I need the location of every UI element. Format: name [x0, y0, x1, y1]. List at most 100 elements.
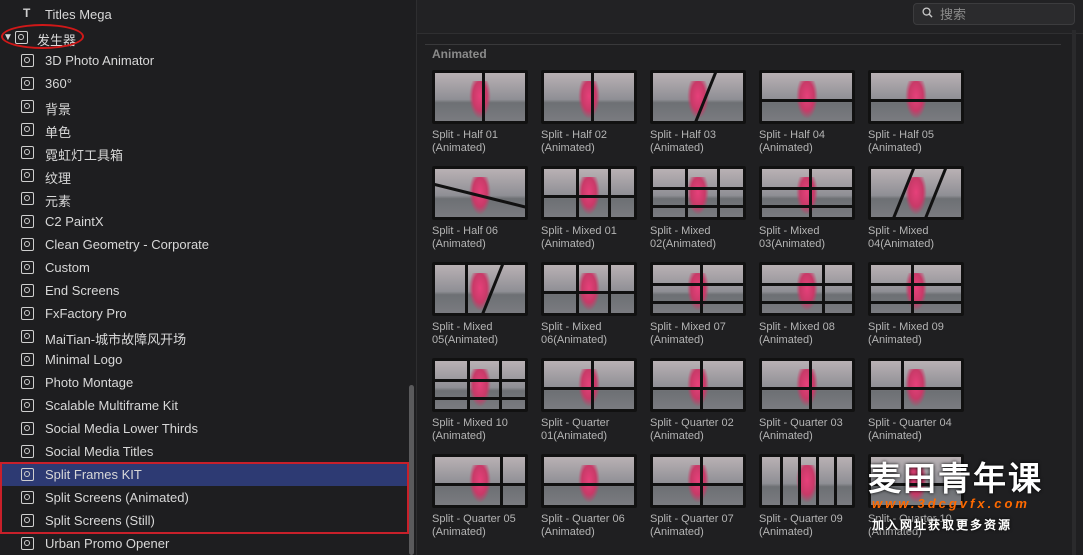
template-tile[interactable]: Split - Mixed 05(Animated)	[432, 262, 528, 352]
sidebar-item[interactable]: Scalable Multiframe Kit	[0, 394, 410, 417]
template-thumbnail	[541, 454, 637, 508]
sidebar-scrollbar[interactable]	[409, 385, 414, 555]
generator-icon	[21, 284, 34, 297]
generator-icon	[21, 54, 34, 67]
template-caption: Split - Half 01 (Animated)	[432, 129, 499, 154]
sidebar-item[interactable]: MaiTian-城市故障风开场	[0, 325, 410, 348]
template-tile[interactable]: Split - Half 02 (Animated)	[541, 70, 637, 160]
section-divider	[425, 44, 1061, 45]
template-tile[interactable]: Split - Quarter 03 (Animated)	[759, 358, 855, 448]
template-thumbnail	[541, 262, 637, 316]
sidebar-item[interactable]: End Screens	[0, 279, 410, 302]
sidebar-item-label: FxFactory Pro	[45, 306, 127, 321]
template-caption: Split - Half 05 (Animated)	[868, 129, 935, 154]
template-tile[interactable]: Split - Mixed 07 (Animated)	[650, 262, 746, 352]
template-thumbnail	[868, 358, 964, 412]
library-sidebar: Titles Mega ▼ 发生器 3D Photo Animator360°背…	[0, 0, 417, 555]
sidebar-item[interactable]: 单色	[0, 118, 410, 141]
template-caption: Split - Quarter 09 (Animated)	[759, 513, 843, 538]
template-tile[interactable]: Split - Quarter 02 (Animated)	[650, 358, 746, 448]
template-thumbnail	[650, 358, 746, 412]
template-tile[interactable]: Split - Mixed 10 (Animated)	[432, 358, 528, 448]
template-thumbnail	[868, 454, 964, 508]
template-thumbnail	[432, 262, 528, 316]
template-thumbnail	[759, 70, 855, 124]
template-tile[interactable]: Split - Mixed 02(Animated)	[650, 166, 746, 256]
template-tile[interactable]: Split - Quarter 01(Animated)	[541, 358, 637, 448]
template-caption: Split - Mixed 05(Animated)	[432, 321, 499, 346]
template-caption: Split - Quarter 06 (Animated)	[541, 513, 625, 538]
sidebar-item[interactable]: Clean Geometry - Corporate	[0, 233, 410, 256]
generator-icon	[21, 123, 34, 136]
annotation-circle	[1, 24, 84, 49]
sidebar-item[interactable]: Custom	[0, 256, 410, 279]
sidebar-item[interactable]: 元素	[0, 187, 410, 210]
template-tile[interactable]: Split - Mixed 01 (Animated)	[541, 166, 637, 256]
sidebar-item[interactable]: 背景	[0, 95, 410, 118]
template-tile[interactable]: Split - Half 01 (Animated)	[432, 70, 528, 160]
titles-icon	[21, 6, 34, 21]
template-tile[interactable]: Split - Mixed 08 (Animated)	[759, 262, 855, 352]
sidebar-item-label: Urban Promo Opener	[45, 536, 170, 551]
template-tile[interactable]: Split - Quarter 10 (Animated)	[868, 454, 964, 544]
search-field[interactable]	[913, 3, 1075, 25]
template-tile[interactable]: Split - Quarter 05 (Animated)	[432, 454, 528, 544]
generator-icon	[21, 307, 34, 320]
template-tile[interactable]: Split - Half 03 (Animated)	[650, 70, 746, 160]
template-tile[interactable]: Split - Quarter 07 (Animated)	[650, 454, 746, 544]
template-tile[interactable]: Split - Half 06 (Animated)	[432, 166, 528, 256]
template-thumbnail	[541, 358, 637, 412]
template-thumbnail	[759, 454, 855, 508]
template-thumbnail	[432, 358, 528, 412]
template-tile[interactable]: Split - Quarter 09 (Animated)	[759, 454, 855, 544]
template-tile[interactable]: Split - Mixed 03(Animated)	[759, 166, 855, 256]
generator-icon	[21, 169, 34, 182]
template-caption: Split - Quarter 10 (Animated)	[868, 513, 952, 538]
template-thumbnail	[432, 454, 528, 508]
sidebar-item[interactable]: FxFactory Pro	[0, 302, 410, 325]
template-tile[interactable]: Split - Half 05 (Animated)	[868, 70, 964, 160]
generator-icon	[21, 537, 34, 550]
template-tile[interactable]: Split - Mixed 04(Animated)	[868, 166, 964, 256]
generator-icon	[21, 376, 34, 389]
sidebar-item[interactable]: Urban Promo Opener	[0, 532, 410, 555]
sidebar-item[interactable]: 360°	[0, 72, 410, 95]
sidebar-item-titles-mega[interactable]: Titles Mega	[0, 3, 410, 26]
template-tile[interactable]: Split - Mixed 06(Animated)	[541, 262, 637, 352]
sidebar-item-label: MaiTian-城市故障风开场	[45, 332, 187, 347]
generator-icon	[21, 399, 34, 412]
template-caption: Split - Half 06 (Animated)	[432, 225, 499, 250]
sidebar-item-label: 元素	[45, 194, 72, 209]
sidebar-item-label: 单色	[45, 125, 72, 140]
search-icon	[922, 7, 933, 18]
search-input[interactable]	[940, 6, 1070, 22]
browser-scrollbar[interactable]	[1072, 30, 1076, 555]
sidebar-item-label: Clean Geometry - Corporate	[45, 237, 210, 252]
template-caption: Split - Mixed 06(Animated)	[541, 321, 608, 346]
sidebar-item[interactable]: 3D Photo Animator	[0, 49, 410, 72]
generator-icon	[21, 330, 34, 343]
generator-icon	[21, 445, 34, 458]
sidebar-item[interactable]: 霓虹灯工具箱	[0, 141, 410, 164]
template-thumbnail	[541, 70, 637, 124]
sidebar-item[interactable]: 纹理	[0, 164, 410, 187]
template-tile[interactable]: Split - Mixed 09 (Animated)	[868, 262, 964, 352]
sidebar-item[interactable]: Social Media Titles	[0, 440, 410, 463]
template-caption: Split - Mixed 04(Animated)	[868, 225, 935, 250]
sidebar-item-label: 360°	[45, 76, 72, 91]
template-tile[interactable]: Split - Quarter 04 (Animated)	[868, 358, 964, 448]
sidebar-item[interactable]: Social Media Lower Thirds	[0, 417, 410, 440]
template-caption: Split - Mixed 01 (Animated)	[541, 225, 617, 250]
template-tile[interactable]: Split - Half 04 (Animated)	[759, 70, 855, 160]
sidebar-item[interactable]: Minimal Logo	[0, 348, 410, 371]
sidebar-item-label: Titles Mega	[45, 7, 112, 22]
generator-icon	[21, 146, 34, 159]
template-thumbnail	[650, 454, 746, 508]
template-thumbnail	[759, 166, 855, 220]
generator-icon	[21, 215, 34, 228]
template-caption: Split - Quarter 07 (Animated)	[650, 513, 734, 538]
template-tile[interactable]: Split - Quarter 06 (Animated)	[541, 454, 637, 544]
sidebar-item-label: End Screens	[45, 283, 120, 298]
sidebar-item[interactable]: C2 PaintX	[0, 210, 410, 233]
sidebar-item[interactable]: Photo Montage	[0, 371, 410, 394]
